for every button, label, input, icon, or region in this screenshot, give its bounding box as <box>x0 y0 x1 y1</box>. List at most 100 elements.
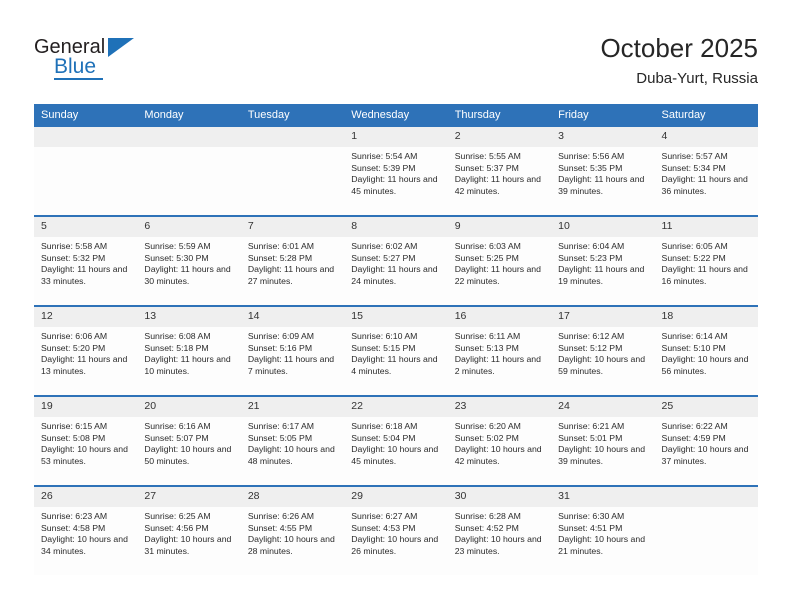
daylight-text: Daylight: 10 hours and 37 minutes. <box>661 444 749 466</box>
calendar-day-cell[interactable]: 11 Sunrise: 6:05 AM Sunset: 5:22 PM Dayligh… <box>654 215 758 306</box>
day-details: Sunrise: 6:10 AM Sunset: 5:15 PM Daylight:… <box>344 327 447 377</box>
weekday-header-saturday: Saturday <box>654 104 758 127</box>
sunset-text: Sunset: 5:35 PM <box>558 162 623 173</box>
day-cell-inner: 19 Sunrise: 6:15 AM Sunset: 5:08 PM Dayligh… <box>34 397 138 485</box>
day-details: Sunrise: 6:16 AM Sunset: 5:07 PM Daylight:… <box>137 417 240 467</box>
calendar-day-cell[interactable]: 8 Sunrise: 6:02 AM Sunset: 5:27 PM Daylight… <box>344 215 448 306</box>
day-number: 18 <box>654 307 758 327</box>
day-number: 2 <box>447 127 552 147</box>
day-cell-inner: 2 Sunrise: 5:55 AM Sunset: 5:37 PM Daylight… <box>447 127 552 215</box>
daylight-text: Daylight: 10 hours and 56 minutes. <box>661 354 749 376</box>
day-number: 20 <box>137 397 241 417</box>
calendar-day-cell[interactable]: 28 Sunrise: 6:26 AM Sunset: 4:55 PM Dayligh… <box>240 485 345 575</box>
weekday-header-sunday: Sunday <box>34 104 138 127</box>
calendar-day-cell[interactable]: 15 Sunrise: 6:10 AM Sunset: 5:15 PM Dayligh… <box>344 305 448 396</box>
sunrise-text: Sunrise: 6:30 AM <box>558 511 625 521</box>
sunset-text: Sunset: 5:23 PM <box>558 252 623 263</box>
calendar-day-cell[interactable]: 18 Sunrise: 6:14 AM Sunset: 5:10 PM Dayligh… <box>654 305 758 396</box>
calendar-day-cell[interactable]: 13 Sunrise: 6:08 AM Sunset: 5:18 PM Dayligh… <box>137 305 241 396</box>
sunrise-text: Sunrise: 6:21 AM <box>558 421 625 431</box>
weekday-header-monday: Monday <box>137 104 241 127</box>
daylight-text: Daylight: 11 hours and 45 minutes. <box>351 174 438 196</box>
sunset-text: Sunset: 5:01 PM <box>558 432 623 443</box>
calendar-day-cell[interactable]: 10 Sunrise: 6:04 AM Sunset: 5:23 PM Dayligh… <box>551 215 655 306</box>
calendar-day-cell[interactable]: 31 Sunrise: 6:30 AM Sunset: 4:51 PM Dayligh… <box>551 485 655 575</box>
calendar-day-cell[interactable]: 25 Sunrise: 6:22 AM Sunset: 4:59 PM Dayligh… <box>654 395 758 486</box>
day-cell-inner: 29 Sunrise: 6:27 AM Sunset: 4:53 PM Dayligh… <box>344 487 448 575</box>
calendar-day-cell[interactable]: 29 Sunrise: 6:27 AM Sunset: 4:53 PM Dayligh… <box>344 485 448 575</box>
calendar-day-cell[interactable]: 1 Sunrise: 5:54 AM Sunset: 5:39 PM Daylight… <box>344 127 448 216</box>
sunrise-text: Sunrise: 6:27 AM <box>351 511 418 521</box>
calendar-week-row: 26 Sunrise: 6:23 AM Sunset: 4:58 PM Dayligh… <box>34 485 758 575</box>
calendar-day-cell[interactable]: 12 Sunrise: 6:06 AM Sunset: 5:20 PM Dayligh… <box>34 305 138 396</box>
day-details: Sunrise: 6:20 AM Sunset: 5:02 PM Daylight:… <box>448 417 551 467</box>
calendar-day-cell[interactable]: 3 Sunrise: 5:56 AM Sunset: 5:35 PM Daylight… <box>551 127 655 216</box>
sunset-text: Sunset: 5:28 PM <box>247 252 313 263</box>
day-cell-inner: 28 Sunrise: 6:26 AM Sunset: 4:55 PM Dayligh… <box>240 487 345 575</box>
daylight-text: Daylight: 10 hours and 28 minutes. <box>247 534 335 556</box>
day-details: Sunrise: 6:21 AM Sunset: 5:01 PM Daylight:… <box>551 417 654 467</box>
page-title: October 2025 <box>600 33 758 63</box>
day-number: 13 <box>137 307 241 327</box>
calendar-day-cell[interactable]: 23 Sunrise: 6:20 AM Sunset: 5:02 PM Dayligh… <box>447 395 552 486</box>
sunset-text: Sunset: 5:30 PM <box>144 252 209 263</box>
day-number: 11 <box>654 217 758 237</box>
day-number: 7 <box>240 217 345 237</box>
day-number: 4 <box>654 127 758 147</box>
calendar-day-cell[interactable]: 27 Sunrise: 6:25 AM Sunset: 4:56 PM Dayligh… <box>137 485 241 575</box>
calendar-day-cell-empty <box>654 485 758 575</box>
sunset-text: Sunset: 5:32 PM <box>41 252 106 263</box>
daylight-text: Daylight: 11 hours and 27 minutes. <box>247 264 335 286</box>
calendar-day-cell-empty <box>240 127 345 216</box>
sunrise-text: Sunrise: 6:15 AM <box>41 421 108 431</box>
sunrise-text: Sunrise: 6:05 AM <box>661 241 728 251</box>
calendar-day-cell[interactable]: 21 Sunrise: 6:17 AM Sunset: 5:05 PM Dayligh… <box>240 395 345 486</box>
daylight-text: Daylight: 10 hours and 42 minutes. <box>454 444 542 466</box>
day-number: 3 <box>551 127 655 147</box>
calendar-page: General Blue October 2025 Duba-Yurt, Rus… <box>0 0 792 612</box>
day-details: Sunrise: 6:17 AM Sunset: 5:05 PM Daylight:… <box>241 417 344 467</box>
calendar-day-cell[interactable]: 26 Sunrise: 6:23 AM Sunset: 4:58 PM Dayligh… <box>34 485 138 575</box>
calendar-day-cell[interactable]: 17 Sunrise: 6:12 AM Sunset: 5:12 PM Dayligh… <box>551 305 655 396</box>
sunrise-text: Sunrise: 5:57 AM <box>661 151 728 161</box>
daylight-text: Daylight: 10 hours and 45 minutes. <box>351 444 439 466</box>
day-details: Sunrise: 5:55 AM Sunset: 5:37 PM Daylight:… <box>448 147 551 197</box>
calendar-day-cell[interactable]: 4 Sunrise: 5:57 AM Sunset: 5:34 PM Daylight… <box>654 127 758 216</box>
calendar-day-cell[interactable]: 5 Sunrise: 5:58 AM Sunset: 5:32 PM Daylight… <box>34 215 138 306</box>
daylight-text: Daylight: 10 hours and 53 minutes. <box>41 444 128 466</box>
sunset-text: Sunset: 5:10 PM <box>661 342 726 353</box>
day-cell-inner: 22 Sunrise: 6:18 AM Sunset: 5:04 PM Dayligh… <box>344 397 448 485</box>
calendar-day-cell[interactable]: 16 Sunrise: 6:11 AM Sunset: 5:13 PM Dayligh… <box>447 305 552 396</box>
day-cell-inner: 26 Sunrise: 6:23 AM Sunset: 4:58 PM Dayligh… <box>34 487 138 575</box>
calendar-day-cell[interactable]: 6 Sunrise: 5:59 AM Sunset: 5:30 PM Daylight… <box>137 215 241 306</box>
day-number <box>34 127 138 147</box>
day-cell-inner: 7 Sunrise: 6:01 AM Sunset: 5:28 PM Daylight… <box>240 217 345 305</box>
day-number <box>137 127 241 147</box>
sunset-text: Sunset: 4:59 PM <box>661 432 726 443</box>
day-cell-inner: 13 Sunrise: 6:08 AM Sunset: 5:18 PM Dayligh… <box>137 307 241 395</box>
sunrise-text: Sunrise: 6:09 AM <box>247 331 315 341</box>
day-number: 5 <box>34 217 138 237</box>
day-cell-inner: 3 Sunrise: 5:56 AM Sunset: 5:35 PM Daylight… <box>551 127 655 215</box>
sunset-text: Sunset: 5:05 PM <box>247 432 313 443</box>
calendar-day-cell[interactable]: 22 Sunrise: 6:18 AM Sunset: 5:04 PM Dayligh… <box>344 395 448 486</box>
calendar-day-cell[interactable]: 14 Sunrise: 6:09 AM Sunset: 5:16 PM Dayligh… <box>240 305 345 396</box>
calendar-week-row: 5 Sunrise: 5:58 AM Sunset: 5:32 PM Daylight… <box>34 215 758 306</box>
day-cell-inner: 20 Sunrise: 6:16 AM Sunset: 5:07 PM Dayligh… <box>137 397 241 485</box>
calendar-day-cell[interactable]: 7 Sunrise: 6:01 AM Sunset: 5:28 PM Daylight… <box>240 215 345 306</box>
calendar-day-cell[interactable]: 19 Sunrise: 6:15 AM Sunset: 5:08 PM Dayligh… <box>34 395 138 486</box>
calendar-day-cell[interactable]: 20 Sunrise: 6:16 AM Sunset: 5:07 PM Dayligh… <box>137 395 241 486</box>
calendar-day-cell[interactable]: 30 Sunrise: 6:28 AM Sunset: 4:52 PM Dayligh… <box>447 485 552 575</box>
day-cell-inner: 16 Sunrise: 6:11 AM Sunset: 5:13 PM Dayligh… <box>447 307 552 395</box>
sunset-text: Sunset: 5:20 PM <box>41 342 106 353</box>
calendar-day-cell[interactable]: 9 Sunrise: 6:03 AM Sunset: 5:25 PM Daylight… <box>447 215 552 306</box>
daylight-text: Daylight: 11 hours and 22 minutes. <box>454 264 541 286</box>
day-cell-inner: 21 Sunrise: 6:17 AM Sunset: 5:05 PM Dayligh… <box>240 397 345 485</box>
day-details: Sunrise: 5:58 AM Sunset: 5:32 PM Daylight:… <box>34 237 137 287</box>
sunrise-text: Sunrise: 5:55 AM <box>454 151 521 161</box>
calendar-day-cell[interactable]: 2 Sunrise: 5:55 AM Sunset: 5:37 PM Daylight… <box>447 127 552 216</box>
calendar-week-row: 12 Sunrise: 6:06 AM Sunset: 5:20 PM Dayligh… <box>34 305 758 396</box>
calendar-day-cell[interactable]: 24 Sunrise: 6:21 AM Sunset: 5:01 PM Dayligh… <box>551 395 655 486</box>
calendar-day-cell-empty <box>137 127 241 216</box>
day-details: Sunrise: 6:15 AM Sunset: 5:08 PM Daylight:… <box>34 417 137 467</box>
